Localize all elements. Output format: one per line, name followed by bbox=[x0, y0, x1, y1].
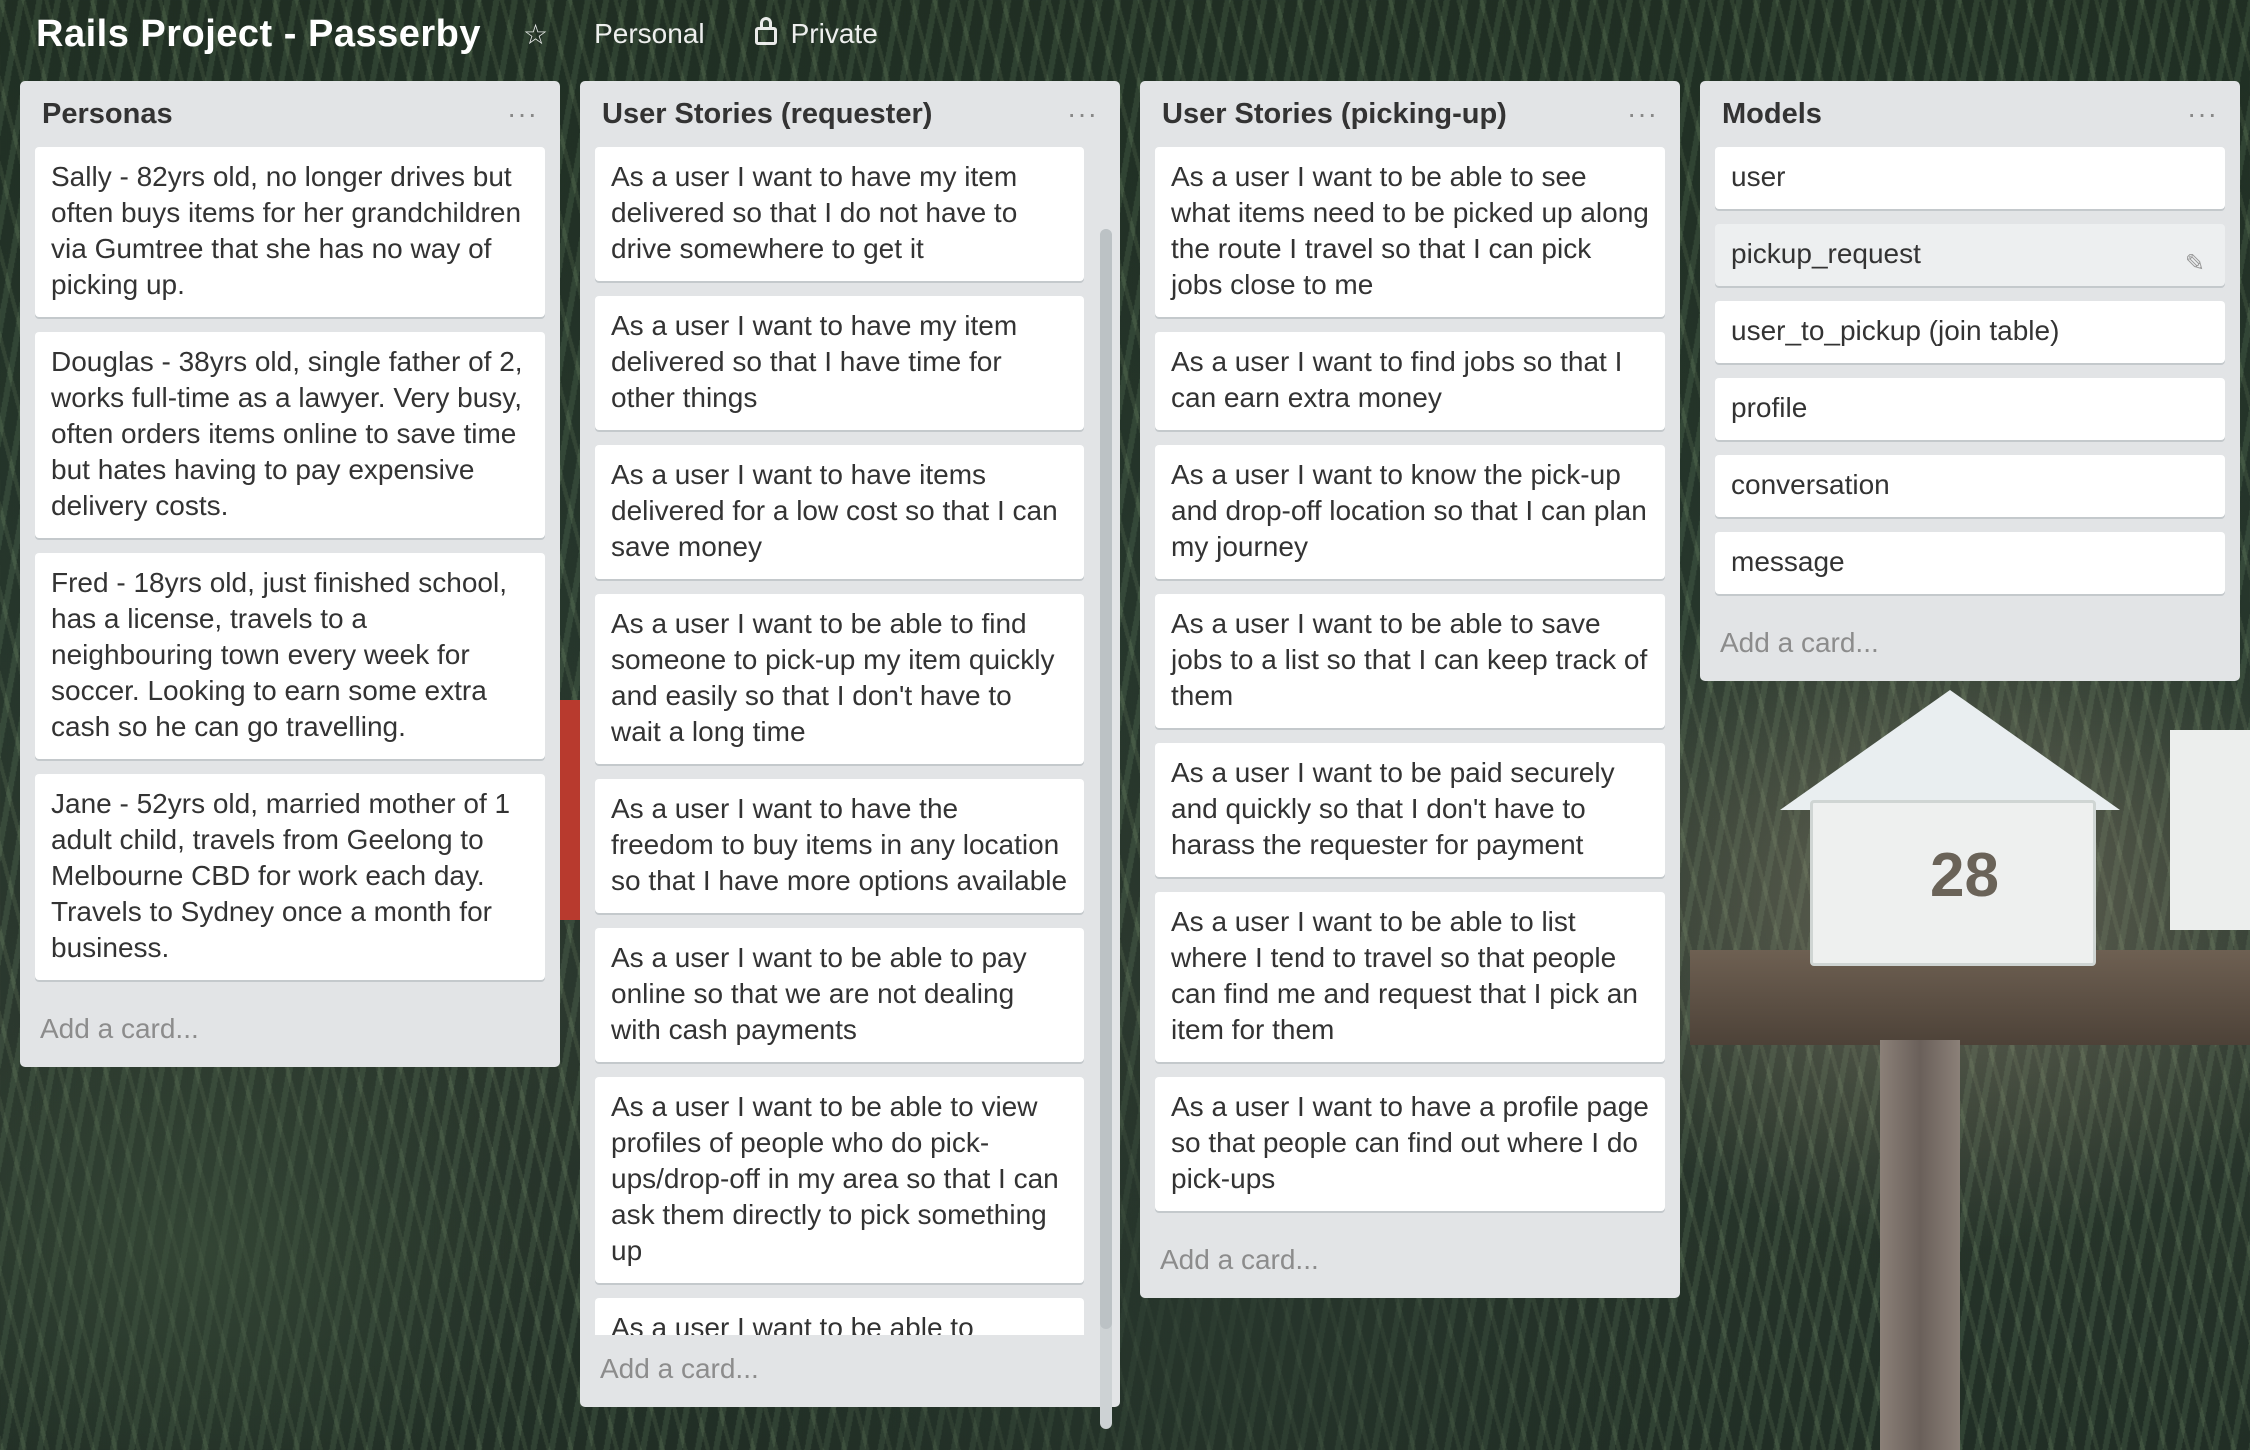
card[interactable]: Sally - 82yrs old, no longer drives but … bbox=[35, 147, 545, 317]
card[interactable]: conversation bbox=[1715, 455, 2225, 517]
card[interactable]: As a user I want to have my item deliver… bbox=[595, 296, 1084, 430]
add-card-button[interactable]: Add a card... bbox=[1140, 1226, 1680, 1298]
card[interactable]: user bbox=[1715, 147, 2225, 209]
board-header: Rails Project - Passerby ☆ Personal Priv… bbox=[0, 0, 2250, 68]
card[interactable]: message bbox=[1715, 532, 2225, 594]
card[interactable]: user_to_pickup (join table) bbox=[1715, 301, 2225, 363]
card[interactable]: As a user I want to be able to pay onlin… bbox=[595, 928, 1084, 1062]
background-mailbox-right bbox=[2170, 730, 2250, 930]
lock-icon[interactable] bbox=[754, 17, 777, 45]
list-title[interactable]: Models bbox=[1722, 98, 1822, 131]
board-title[interactable]: Rails Project - Passerby bbox=[36, 13, 481, 56]
card[interactable]: profile bbox=[1715, 378, 2225, 440]
card[interactable]: As a user I want to be able to see what … bbox=[1155, 147, 1665, 317]
list-header: Personas ··· bbox=[20, 81, 560, 147]
list-user-stories-requester: User Stories (requester) ··· As a user I… bbox=[580, 81, 1120, 1429]
list-user-stories-picking-up: User Stories (picking-up) ··· As a user … bbox=[1140, 81, 1680, 1298]
background-mailbox-roof bbox=[1780, 690, 2120, 810]
card[interactable]: As a user I want to be able to save jobs… bbox=[1155, 594, 1665, 728]
list-models: Models ··· user pickup_request ✎ user_to… bbox=[1700, 81, 2240, 681]
card[interactable]: As a user I want to have my item deliver… bbox=[595, 147, 1084, 281]
card[interactable]: As a user I want to find jobs so that I … bbox=[1155, 332, 1665, 430]
card[interactable]: Jane - 52yrs old, married mother of 1 ad… bbox=[35, 774, 545, 980]
list-menu-icon[interactable]: ··· bbox=[507, 100, 538, 128]
card-hovered[interactable]: pickup_request ✎ bbox=[1715, 224, 2225, 286]
card[interactable]: As a user I want to be able to find some… bbox=[595, 594, 1084, 764]
list-menu-icon[interactable]: ··· bbox=[1067, 100, 1098, 128]
card[interactable]: As a user I want to be able to list wher… bbox=[1155, 892, 1665, 1062]
card[interactable]: As a user I want to be able to view prof… bbox=[595, 1077, 1084, 1283]
list-header: User Stories (requester) ··· bbox=[580, 81, 1120, 147]
card-scroll-area[interactable]: As a user I want to have my item deliver… bbox=[580, 147, 1120, 1335]
list-header: Models ··· bbox=[1700, 81, 2240, 147]
list-title[interactable]: User Stories (picking-up) bbox=[1162, 98, 1507, 131]
list-menu-icon[interactable]: ··· bbox=[2187, 100, 2218, 128]
team-button[interactable]: Personal bbox=[594, 18, 705, 50]
add-card-button[interactable]: Add a card... bbox=[20, 995, 560, 1067]
add-card-button[interactable]: Add a card... bbox=[580, 1335, 1120, 1407]
list-title[interactable]: User Stories (requester) bbox=[602, 98, 932, 131]
add-card-button[interactable]: Add a card... bbox=[1700, 609, 2240, 681]
card[interactable]: As a user I want to know the pick-up and… bbox=[1155, 445, 1665, 579]
card[interactable]: As a user I want to be able to message t… bbox=[595, 1298, 1084, 1335]
list-menu-icon[interactable]: ··· bbox=[1627, 100, 1658, 128]
mailbox-number: 28 bbox=[1930, 841, 1999, 910]
list-title[interactable]: Personas bbox=[42, 98, 173, 131]
background-mailbox bbox=[1810, 800, 2096, 966]
visibility-button[interactable]: Private bbox=[791, 18, 878, 50]
background-plank bbox=[1690, 950, 2250, 1045]
star-icon[interactable]: ☆ bbox=[523, 18, 548, 51]
card[interactable]: Douglas - 38yrs old, single father of 2,… bbox=[35, 332, 545, 538]
card-label: pickup_request bbox=[1731, 238, 1921, 269]
pencil-icon[interactable]: ✎ bbox=[2185, 246, 2205, 282]
card[interactable]: As a user I want to have the freedom to … bbox=[595, 779, 1084, 913]
list-personas: Personas ··· Sally - 82yrs old, no longe… bbox=[20, 81, 560, 1067]
card[interactable]: As a user I want to be paid securely and… bbox=[1155, 743, 1665, 877]
scrollbar-thumb[interactable] bbox=[1100, 229, 1112, 1329]
card[interactable]: Fred - 18yrs old, just finished school, … bbox=[35, 553, 545, 759]
list-header: User Stories (picking-up) ··· bbox=[1140, 81, 1680, 147]
card[interactable]: As a user I want to have items delivered… bbox=[595, 445, 1084, 579]
card[interactable]: As a user I want to have a profile page … bbox=[1155, 1077, 1665, 1211]
background-post bbox=[1880, 1040, 1960, 1450]
list-scrollbar[interactable] bbox=[1100, 229, 1112, 1429]
